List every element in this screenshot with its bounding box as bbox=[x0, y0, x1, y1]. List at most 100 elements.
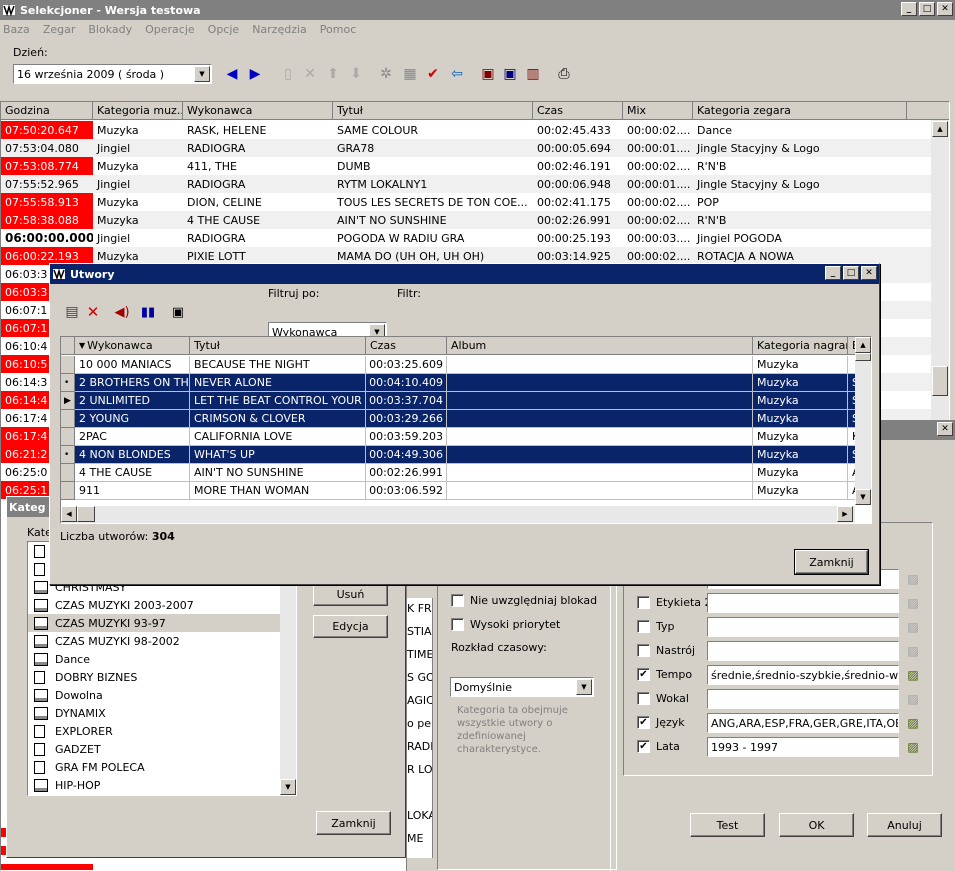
table-row[interactable]: 06:00:00.000 Jingiel RADIOGRA POGODA W RADI… bbox=[1, 229, 931, 247]
col-czas[interactable]: Czas bbox=[366, 337, 447, 355]
new-doc-icon[interactable]: ▯ bbox=[278, 64, 298, 84]
move-down-icon[interactable]: ⬇ bbox=[346, 64, 366, 84]
cell-dur: 00:03:06.592 bbox=[366, 482, 447, 500]
edit-button[interactable]: Edycja bbox=[313, 615, 388, 638]
schedule-select[interactable]: Domyślnie ▼ bbox=[450, 677, 594, 697]
save-icon[interactable]: ▣ bbox=[168, 302, 188, 322]
list-item[interactable]: Dance bbox=[28, 650, 280, 668]
col-kategoria[interactable]: Kategoria muz... bbox=[93, 102, 183, 120]
utwory-close-button-bottom[interactable]: Zamknij bbox=[794, 549, 869, 575]
scroll-down-icon[interactable]: ▼ bbox=[855, 489, 871, 505]
col-czas[interactable]: Czas bbox=[533, 102, 623, 120]
menu-pomoc[interactable]: Pomoc bbox=[320, 23, 356, 36]
utwory-maximize-button[interactable]: □ bbox=[843, 266, 859, 280]
utwory-vscroll[interactable]: ▲ ▼ bbox=[855, 337, 871, 505]
scroll-right-icon[interactable]: ▶ bbox=[837, 506, 853, 522]
maximize-button[interactable]: □ bbox=[919, 2, 935, 16]
list-item[interactable]: EXPLORER bbox=[28, 722, 280, 740]
list-item[interactable]: DYNAMIX bbox=[28, 704, 280, 722]
col-godzina[interactable]: Godzina bbox=[1, 102, 93, 120]
table-row[interactable]: ▶ 2 UNLIMITED LET THE BEAT CONTROL YOUR B0… bbox=[61, 392, 858, 410]
scroll-left-icon[interactable]: ◀ bbox=[61, 506, 77, 522]
table-row[interactable]: 07:58:38.088 Muzyka 4 THE CAUSE AIN'T NO SU… bbox=[1, 211, 931, 229]
test-button[interactable]: Test bbox=[690, 813, 765, 837]
grid-icon[interactable]: ▦ bbox=[400, 64, 420, 84]
chevron-down-icon[interactable]: ▼ bbox=[576, 679, 592, 695]
col-kategoria-zegara[interactable]: Kategoria zegara bbox=[693, 102, 907, 120]
audio-icon[interactable]: ◀) bbox=[112, 302, 132, 322]
table-row[interactable]: •2 BROTHERS ON THE 4NEVER ALONE00:04:10.… bbox=[61, 374, 858, 392]
table-row[interactable]: 07:55:52.965 Jingiel RADIOGRA RYTM LOKALNY1… bbox=[1, 175, 931, 193]
utwory-grid[interactable]: ▼ Wykonawca Tytuł Czas Album Kategoria na… bbox=[60, 336, 872, 524]
col-mix[interactable]: Mix bbox=[623, 102, 693, 120]
scroll-down-icon[interactable]: ▼ bbox=[280, 779, 296, 795]
ok-button[interactable]: OK bbox=[779, 813, 854, 837]
table-row[interactable]: 2PACCALIFORNIA LOVE00:03:59.203MuzykaK bbox=[61, 428, 858, 446]
col-tytul[interactable]: Tytuł bbox=[190, 337, 366, 355]
menu-operacje[interactable]: Operacje bbox=[145, 23, 195, 36]
scroll-up-icon[interactable]: ▲ bbox=[855, 337, 871, 353]
high-priority-checkbox[interactable] bbox=[451, 618, 464, 631]
cancel-button[interactable]: Anuluj bbox=[867, 813, 942, 837]
delete-button[interactable]: Usuń bbox=[313, 583, 388, 606]
table-row[interactable]: 07:53:04.080 Jingiel RADIOGRA GRA78 00:00:05… bbox=[1, 139, 931, 157]
table-row[interactable]: 07:53:08.774 Muzyka 411, THE DUMB 00:02:46.1… bbox=[1, 157, 931, 175]
list-item[interactable]: GRA FM POLECA bbox=[28, 758, 280, 776]
menu-zegar[interactable]: Zegar bbox=[43, 23, 76, 36]
table-row[interactable]: 07:50:20.647 Muzyka RASK, HELENE SAME COLOU… bbox=[1, 121, 931, 139]
menu-opcje[interactable]: Opcje bbox=[208, 23, 240, 36]
properties-icon[interactable]: ▤ bbox=[62, 302, 82, 322]
table-row[interactable]: 911MORE THAN WOMAN00:03:06.592MuzykaA bbox=[61, 482, 858, 500]
col-album[interactable]: Album bbox=[447, 337, 753, 355]
list-item[interactable]: DOBRY BIZNES bbox=[28, 668, 280, 686]
col-wykonawca[interactable]: ▼ Wykonawca bbox=[75, 337, 190, 355]
col-tytul[interactable]: Tytuł bbox=[333, 102, 533, 120]
ignore-blocks-option[interactable]: Nie uwzględniaj blokad bbox=[451, 594, 597, 607]
col-kategoria-nagrania[interactable]: Kategoria nagrania bbox=[753, 337, 848, 355]
arrow-left-icon[interactable]: ◀ bbox=[222, 64, 242, 84]
menu-baza[interactable]: Baza bbox=[3, 23, 30, 36]
scroll-thumb[interactable] bbox=[932, 366, 948, 396]
scroll-up-icon[interactable]: ▲ bbox=[932, 121, 948, 137]
books-icon[interactable]: ▥ bbox=[523, 64, 543, 84]
list-item[interactable]: HIP-HOP bbox=[28, 776, 280, 794]
table-row[interactable]: 2 YOUNG CRIMSON & CLOVER 00:03:29.266 Muzyk… bbox=[61, 410, 858, 428]
menu-blokady[interactable]: Blokady bbox=[88, 23, 132, 36]
list-item[interactable]: GADZET bbox=[28, 740, 280, 758]
save-icon[interactable]: ▣ bbox=[478, 64, 498, 84]
delete-icon[interactable]: ✕ bbox=[83, 302, 103, 322]
arrow-right-icon[interactable]: ▶ bbox=[245, 64, 265, 84]
minimize-button[interactable]: _ bbox=[901, 2, 917, 16]
chart-icon[interactable]: ▮▮ bbox=[138, 302, 158, 322]
chevron-down-icon[interactable]: ▼ bbox=[194, 66, 210, 82]
ignore-blocks-checkbox[interactable] bbox=[451, 594, 464, 607]
hscroll-thumb[interactable] bbox=[77, 506, 95, 522]
table-row[interactable]: 10 000 MANIACS BECAUSE THE NIGHT 00:03:25.… bbox=[61, 356, 858, 374]
gear-icon[interactable]: ✲ bbox=[376, 64, 396, 84]
kategorie-close-button[interactable]: Zamknij bbox=[316, 811, 391, 835]
menu-narzedzia[interactable]: Narzędzia bbox=[252, 23, 307, 36]
col-wykonawca[interactable]: Wykonawca bbox=[183, 102, 333, 120]
close-button[interactable]: ✕ bbox=[937, 2, 953, 16]
print-icon[interactable]: ⎙ bbox=[554, 64, 574, 84]
delete-icon[interactable]: ✕ bbox=[300, 64, 320, 84]
day-select[interactable]: 16 września 2009 ( środa ) ▼ bbox=[13, 64, 212, 84]
utwory-close-button[interactable]: ✕ bbox=[861, 266, 877, 280]
utwory-hscroll[interactable]: ◀ ▶ bbox=[61, 506, 855, 523]
save-as-icon[interactable]: ▣ bbox=[500, 64, 520, 84]
main-titlebar: Selekcjoner - Wersja testowa _ □ ✕ bbox=[0, 0, 955, 20]
list-item[interactable]: CZAS MUZYKI 98-2002 bbox=[28, 632, 280, 650]
list-item[interactable]: Dowolna bbox=[28, 686, 280, 704]
table-row[interactable]: 4 THE CAUSE AIN'T NO SUNSHINE 00:02:26.991… bbox=[61, 464, 858, 482]
check-icon[interactable]: ✔ bbox=[423, 64, 443, 84]
high-priority-option[interactable]: Wysoki priorytet bbox=[451, 618, 560, 631]
document-icon bbox=[34, 742, 45, 756]
table-row[interactable]: 07:55:58.913 Muzyka DION, CELINE TOUS LES S… bbox=[1, 193, 931, 211]
list-item[interactable]: CZAS MUZYKI 93-97 bbox=[28, 614, 280, 632]
return-icon[interactable]: ⇦ bbox=[447, 64, 467, 84]
scroll-thumb[interactable] bbox=[855, 353, 871, 361]
move-up-icon[interactable]: ⬆ bbox=[323, 64, 343, 84]
list-item[interactable]: CZAS MUZYKI 2003-2007 bbox=[28, 596, 280, 614]
utwory-minimize-button[interactable]: _ bbox=[825, 266, 841, 280]
table-row[interactable]: • 4 NON BLONDES WHAT'S UP 00:04:49.306 Muzyk… bbox=[61, 446, 858, 464]
